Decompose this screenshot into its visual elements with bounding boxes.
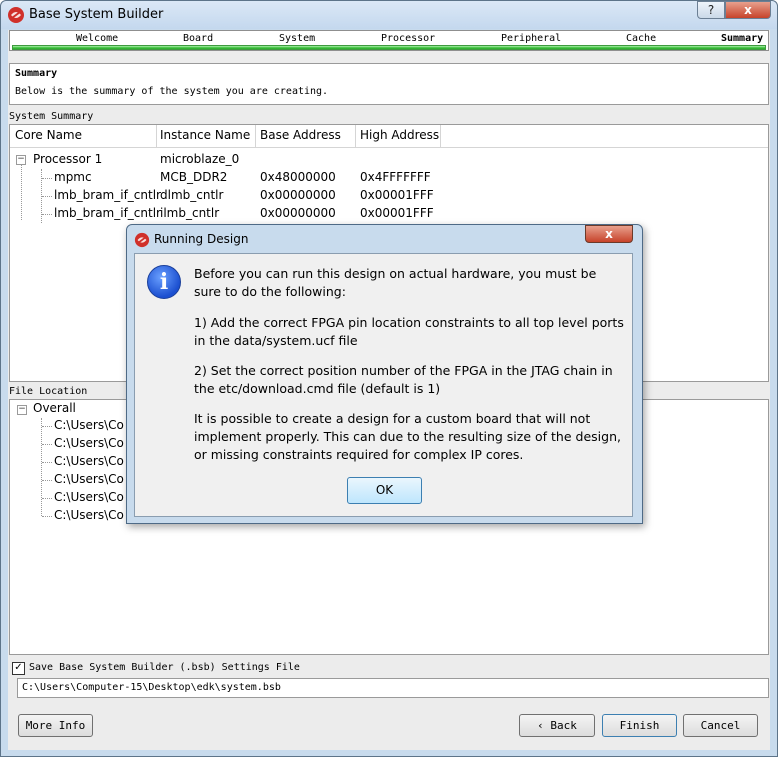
instance-name: ilmb_cntlr	[160, 206, 220, 220]
list-item[interactable]: C:\Users\Co	[54, 490, 124, 504]
back-button[interactable]: ‹ Back	[519, 714, 595, 737]
close-button[interactable]: x	[725, 1, 771, 19]
step-cache[interactable]: Cache	[626, 33, 656, 44]
step-board[interactable]: Board	[183, 33, 213, 44]
info-icon: i	[147, 265, 181, 299]
step-welcome[interactable]: Welcome	[76, 33, 118, 44]
base-address: 0x00000000	[260, 206, 336, 220]
column-core-name[interactable]: Core Name	[15, 128, 82, 142]
high-address: 0x4FFFFFFF	[360, 170, 431, 184]
back-label: Back	[550, 719, 577, 732]
dialog-body: i Before you can run this design on actu…	[134, 253, 633, 517]
window-title: Base System Builder	[29, 7, 164, 22]
core-name: Processor 1	[33, 152, 103, 166]
table-row[interactable]: lmb_bram_if_cntlr dlmb_cntlr 0x00000000 …	[10, 187, 768, 205]
tree-root-overall[interactable]: Overall	[33, 401, 76, 415]
core-name: lmb_bram_if_cntlr	[54, 206, 161, 220]
xilinx-logo-icon	[134, 232, 150, 248]
dialog-close-button[interactable]: x	[585, 225, 633, 243]
core-name: mpmc	[54, 170, 92, 184]
instance-name: dlmb_cntlr	[160, 188, 224, 202]
list-item[interactable]: C:\Users\Co	[54, 508, 124, 522]
table-row[interactable]: − Processor 1 microblaze_0	[10, 151, 768, 169]
chevron-left-icon: ‹	[537, 719, 551, 732]
save-settings-label: Save Base System Builder (.bsb) Settings…	[29, 662, 300, 673]
step-system[interactable]: System	[279, 33, 315, 44]
finish-button[interactable]: Finish	[602, 714, 677, 737]
list-item[interactable]: C:\Users\Co	[54, 472, 124, 486]
file-location-label: File Location	[9, 386, 88, 397]
collapse-toggle-icon[interactable]: −	[16, 155, 26, 165]
list-item[interactable]: C:\Users\Co	[54, 436, 124, 450]
running-design-dialog: Running Design x i Before you can run th…	[126, 224, 643, 524]
table-header: Core Name Instance Name Base Address Hig…	[10, 125, 768, 148]
title-bar[interactable]: Base System Builder ? x	[1, 1, 777, 29]
xilinx-logo-icon	[8, 7, 24, 23]
dialog-paragraph-3: 2) Set the correct position number of th…	[194, 363, 613, 396]
column-base-address[interactable]: Base Address	[260, 128, 341, 142]
core-name: lmb_bram_if_cntlr	[54, 188, 161, 202]
save-settings-checkbox[interactable]: ✓	[12, 662, 25, 675]
dialog-paragraph-1: Before you can run this design on actual…	[194, 266, 597, 299]
progress-bar	[12, 45, 766, 50]
step-processor[interactable]: Processor	[381, 33, 435, 44]
summary-title: Summary	[15, 68, 58, 79]
table-row[interactable]: mpmc MCB_DDR2 0x48000000 0x4FFFFFFF	[10, 169, 768, 223]
ok-button[interactable]: OK	[347, 477, 422, 504]
cancel-button[interactable]: Cancel	[683, 714, 758, 737]
step-bar: Welcome Board System Processor Periphera…	[9, 30, 769, 51]
list-item[interactable]: C:\Users\Co	[54, 418, 124, 432]
dialog-paragraph-2: 1) Add the correct FPGA pin location con…	[194, 315, 624, 348]
instance-name: MCB_DDR2	[160, 170, 228, 184]
summary-description: Below is the summary of the system you a…	[15, 86, 329, 97]
instance-name: microblaze_0	[160, 152, 240, 166]
high-address: 0x00001FFF	[360, 188, 434, 202]
base-address: 0x48000000	[260, 170, 336, 184]
column-high-address[interactable]: High Address	[360, 128, 439, 142]
summary-header: Summary Below is the summary of the syst…	[9, 63, 769, 105]
step-summary[interactable]: Summary	[721, 33, 763, 44]
more-info-button[interactable]: More Info	[18, 714, 93, 737]
system-summary-label: System Summary	[9, 111, 94, 122]
column-instance-name[interactable]: Instance Name	[160, 128, 250, 142]
high-address: 0x00001FFF	[360, 206, 434, 220]
collapse-toggle-icon[interactable]: −	[17, 405, 27, 415]
list-item[interactable]: C:\Users\Co	[54, 454, 124, 468]
dialog-title: Running Design	[154, 232, 249, 246]
step-peripheral[interactable]: Peripheral	[501, 33, 561, 44]
help-button[interactable]: ?	[697, 1, 725, 19]
settings-path-field[interactable]: C:\Users\Computer-15\Desktop\edk\system.…	[17, 678, 769, 698]
base-address: 0x00000000	[260, 188, 336, 202]
table-row[interactable]: lmb_bram_if_cntlr ilmb_cntlr 0x00000000 …	[10, 205, 768, 223]
dialog-paragraph-4: It is possible to create a design for a …	[194, 411, 621, 462]
